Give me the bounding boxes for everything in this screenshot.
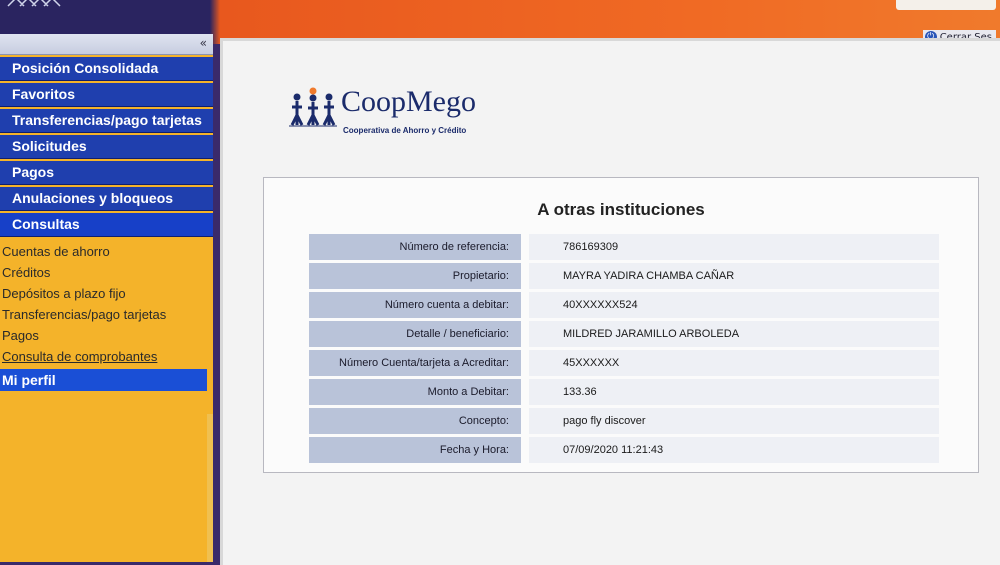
- submenu-item-cuentas-ahorro[interactable]: Cuentas de ahorro: [0, 241, 213, 262]
- header-logo-fragment: [7, 0, 61, 7]
- row-value: MAYRA YADIRA CHAMBA CAÑAR: [529, 263, 939, 289]
- receipt-row-cuenta-acreditar: Número Cuenta/tarjeta a Acreditar: 45XXX…: [309, 350, 939, 376]
- receipt-row-concepto: Concepto: pago fly discover: [309, 408, 939, 434]
- row-label: Número de referencia:: [309, 234, 521, 260]
- row-value: 45XXXXXX: [529, 350, 939, 376]
- menu-item-anulaciones[interactable]: Anulaciones y bloqueos: [0, 187, 213, 211]
- consultas-submenu: Cuentas de ahorro Créditos Depósitos a p…: [0, 237, 213, 367]
- coop-people-icon: [289, 87, 337, 127]
- main-content: CoopMego Cooperativa de Ahorro y Crédito…: [220, 38, 1000, 565]
- row-value: 40XXXXXX524: [529, 292, 939, 318]
- submenu-item-pagos[interactable]: Pagos: [0, 325, 213, 346]
- receipt-panel: A otras instituciones Número de referenc…: [263, 177, 979, 473]
- row-value: 07/09/2020 11:21:43: [529, 437, 939, 463]
- row-label: Propietario:: [309, 263, 521, 289]
- menu-item-posicion-consolidada[interactable]: Posición Consolidada: [0, 57, 213, 81]
- sidebar: « Posición Consolidada Favoritos Transfe…: [0, 34, 213, 562]
- menu-item-transferencias[interactable]: Transferencias/pago tarjetas: [0, 109, 213, 133]
- receipt-row-cuenta-debitar: Número cuenta a debitar: 40XXXXXX524: [309, 292, 939, 318]
- row-value: pago fly discover: [529, 408, 939, 434]
- sidebar-scrollbar[interactable]: [207, 414, 213, 562]
- logo-name: CoopMego: [341, 85, 476, 118]
- header-brand-fragment: [896, 0, 996, 10]
- menu-item-consultas[interactable]: Consultas: [0, 213, 213, 237]
- receipt-details: Número de referencia: 786169309 Propieta…: [309, 234, 939, 466]
- menu-item-solicitudes[interactable]: Solicitudes: [0, 135, 213, 159]
- row-label: Monto a Debitar:: [309, 379, 521, 405]
- submenu-item-creditos[interactable]: Créditos: [0, 262, 213, 283]
- menu-item-pagos[interactable]: Pagos: [0, 161, 213, 185]
- receipt-row-propietario: Propietario: MAYRA YADIRA CHAMBA CAÑAR: [309, 263, 939, 289]
- row-label: Número Cuenta/tarjeta a Acreditar:: [309, 350, 521, 376]
- submenu-item-transferencias[interactable]: Transferencias/pago tarjetas: [0, 304, 213, 325]
- receipt-row-fecha: Fecha y Hora: 07/09/2020 11:21:43: [309, 437, 939, 463]
- logo-tagline: Cooperativa de Ahorro y Crédito: [343, 126, 467, 135]
- double-chevron-left-icon[interactable]: «: [200, 36, 207, 50]
- row-value: 786169309: [529, 234, 939, 260]
- receipt-row-referencia: Número de referencia: 786169309: [309, 234, 939, 260]
- sidebar-collapse-bar[interactable]: «: [0, 34, 213, 55]
- receipt-row-monto: Monto a Debitar: 133.36: [309, 379, 939, 405]
- menu-item-mi-perfil[interactable]: Mi perfil: [0, 369, 207, 391]
- row-label: Número cuenta a debitar:: [309, 292, 521, 318]
- row-label: Detalle / beneficiario:: [309, 321, 521, 347]
- row-label: Concepto:: [309, 408, 521, 434]
- submenu-item-depositos[interactable]: Depósitos a plazo fijo: [0, 283, 213, 304]
- coopmego-logo: CoopMego Cooperativa de Ahorro y Crédito: [289, 81, 509, 141]
- submenu-item-comprobantes[interactable]: Consulta de comprobantes: [0, 346, 213, 367]
- row-label: Fecha y Hora:: [309, 437, 521, 463]
- menu-item-favoritos[interactable]: Favoritos: [0, 83, 213, 107]
- receipt-title: A otras instituciones: [537, 200, 705, 219]
- row-value: MILDRED JARAMILLO ARBOLEDA: [529, 321, 939, 347]
- receipt-row-beneficiario: Detalle / beneficiario: MILDRED JARAMILL…: [309, 321, 939, 347]
- row-value: 133.36: [529, 379, 939, 405]
